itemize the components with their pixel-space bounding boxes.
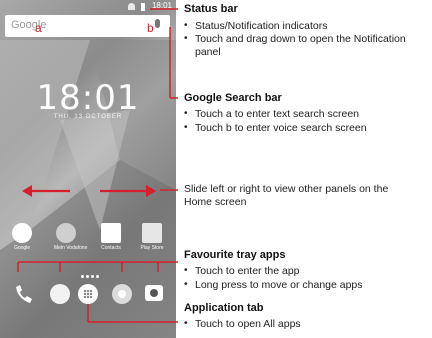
favourite-tray-bullet-1: Touch to enter the app xyxy=(195,265,300,277)
bullet-icon: • xyxy=(184,122,188,133)
bullet-icon: • xyxy=(184,318,188,329)
slide-instruction: Slide left or right to view other panels… xyxy=(184,183,389,208)
bullet-icon: • xyxy=(184,108,188,119)
application-tab-title: Application tab xyxy=(184,302,264,314)
google-search-bar-title: Google Search bar xyxy=(184,92,282,104)
status-bar-bullet-1: Status/Notification indicators xyxy=(195,20,328,32)
bullet-icon: • xyxy=(184,265,188,276)
favourite-tray-bullet-2: Long press to move or change apps xyxy=(195,279,363,291)
bullet-icon: • xyxy=(184,20,188,31)
application-tab-bullet-1: Touch to open All apps xyxy=(195,318,301,330)
status-bar-title: Status bar xyxy=(184,3,238,15)
bullet-icon: • xyxy=(184,279,188,290)
favourite-tray-title: Favourite tray apps xyxy=(184,249,286,261)
status-bar-bullet-2: Touch and drag down to open the Notifica… xyxy=(195,33,406,58)
search-bar-bullet-1: Touch a to enter text search screen xyxy=(195,108,360,120)
bullet-icon: • xyxy=(184,33,188,44)
search-bar-bullet-2: Touch b to enter voice search screen xyxy=(195,122,367,134)
